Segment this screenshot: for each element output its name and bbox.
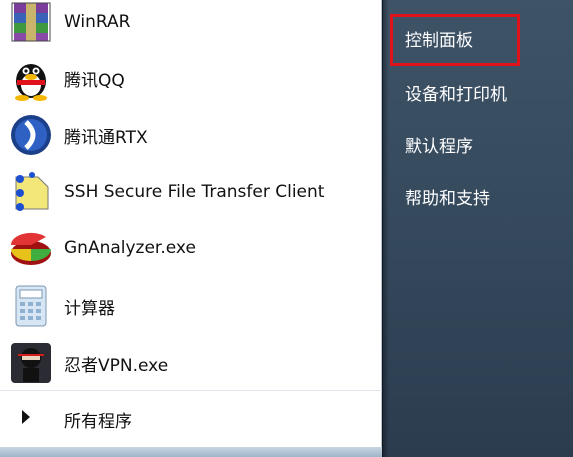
program-label: GnAnalyzer.exe: [64, 238, 196, 258]
menu-item-help-support[interactable]: 帮助和支持: [405, 184, 490, 209]
program-item-ssh[interactable]: SSH Secure File Transfer Client: [8, 166, 374, 218]
program-item-winrar[interactable]: WinRAR: [8, 0, 374, 48]
winrar-icon: [8, 0, 54, 45]
program-label: 腾讯通RTX: [64, 127, 148, 148]
program-item-rtx[interactable]: 腾讯通RTX: [8, 109, 374, 161]
program-item-gnanalyzer[interactable]: GnAnalyzer.exe: [8, 222, 374, 274]
all-programs-label: 所有程序: [64, 412, 132, 432]
program-label: 计算器: [64, 298, 115, 319]
calculator-icon: [8, 283, 54, 329]
highlight-box: [390, 14, 520, 66]
program-label: 忍者VPN.exe: [64, 355, 169, 376]
program-item-calculator[interactable]: 计算器: [8, 280, 374, 332]
system-links-pane: 控制面板 设备和打印机 默认程序 帮助和支持: [383, 0, 573, 457]
rtx-icon: [8, 112, 54, 158]
pie-chart-icon: [8, 225, 54, 271]
menu-item-devices-printers[interactable]: 设备和打印机: [405, 80, 507, 105]
program-label: 腾讯QQ: [64, 70, 125, 91]
ssh-transfer-icon: [8, 169, 54, 215]
triangle-right-icon: [22, 410, 30, 424]
program-label: SSH Secure File Transfer Client: [64, 182, 325, 202]
program-item-qq[interactable]: 腾讯QQ: [8, 52, 374, 104]
menu-item-default-programs[interactable]: 默认程序: [405, 132, 473, 157]
program-item-ninja-vpn[interactable]: 忍者VPN.exe: [8, 337, 374, 389]
program-label: WinRAR: [64, 12, 131, 32]
qq-penguin-icon: [8, 55, 54, 101]
programs-pane: WinRAR 腾讯QQ 腾讯通RTX SSH Secure File Trans…: [0, 0, 382, 457]
bottom-strip: [0, 447, 382, 457]
all-programs-button[interactable]: 所有程序: [0, 390, 382, 446]
ninja-icon: [8, 340, 54, 386]
